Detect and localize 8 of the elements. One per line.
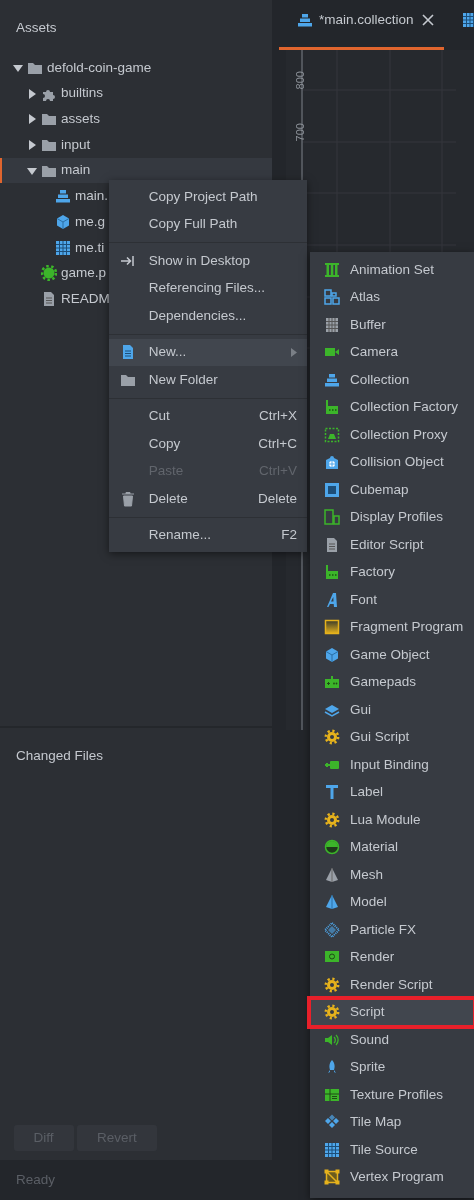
shortcut-text: Ctrl+C — [258, 434, 297, 453]
ruler-label: 700 — [292, 122, 307, 144]
ruler-label: 800 — [292, 70, 307, 92]
shortcut-text: Ctrl+X — [259, 407, 297, 426]
panel-title: Assets — [15, 19, 58, 37]
panel-title: Changed Files — [15, 747, 105, 765]
shortcut-text: F2 — [281, 526, 297, 545]
shortcut-text: Delete — [257, 489, 297, 508]
